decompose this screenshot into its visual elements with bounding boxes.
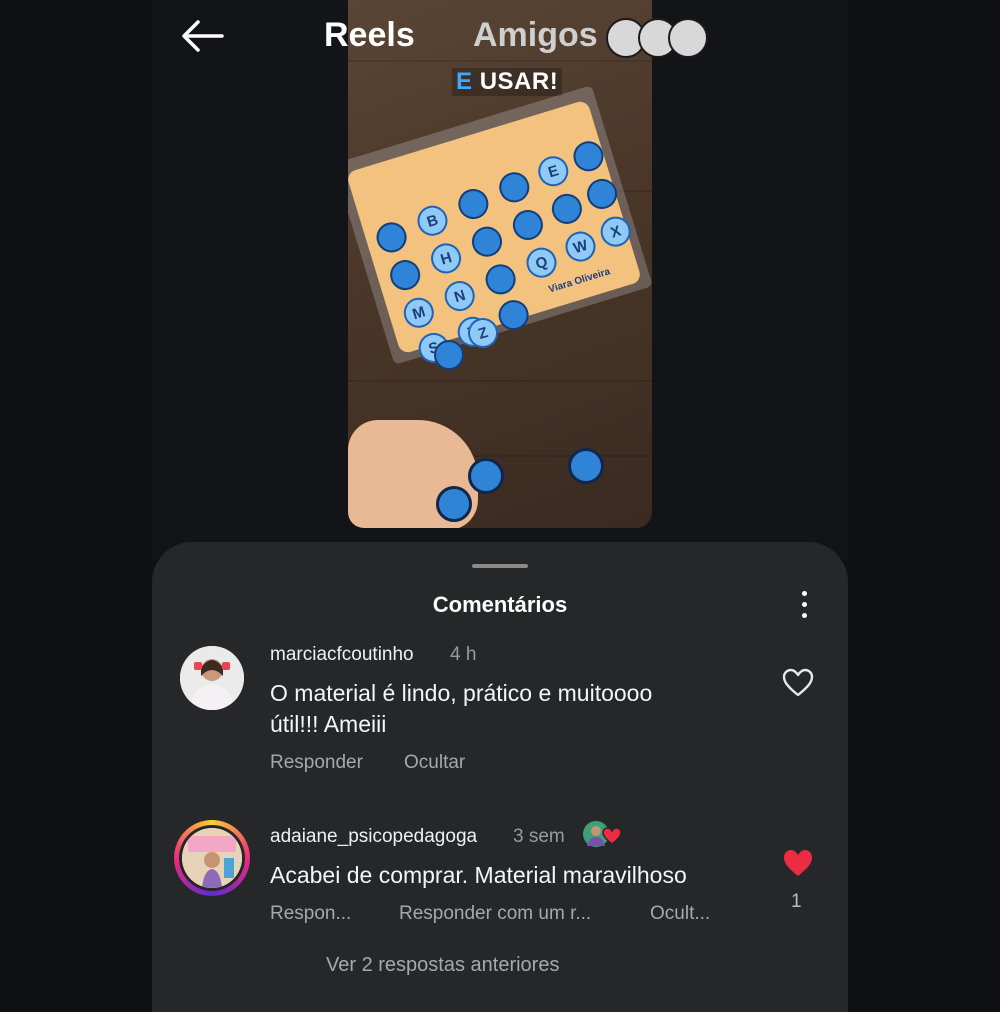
like-button[interactable]	[782, 848, 814, 878]
reply-button[interactable]: Responder	[270, 752, 363, 774]
comment-username[interactable]: adaiane_psicopedagoga	[270, 826, 477, 848]
reel-video[interactable]: E USAR! B E H M N Q W X S T Viara Olivei…	[348, 0, 652, 528]
avatar-gap	[179, 825, 245, 891]
like-count: 1	[791, 891, 802, 912]
picture-cap	[372, 218, 411, 257]
reply-with-sticker-button[interactable]: Responder com um r...	[399, 903, 591, 925]
creator-liked-heart-icon	[583, 821, 622, 847]
sheet-title: Comentários	[432, 592, 568, 617]
menu-dot	[802, 591, 807, 596]
picture-cap	[509, 206, 547, 244]
tab-reels[interactable]: Reels	[324, 16, 415, 55]
wood-grain	[348, 60, 652, 62]
alphabet-board: B E H M N Q W X S T Viara Oliveira	[348, 99, 643, 367]
more-vertical-icon[interactable]	[794, 588, 814, 622]
comment-username[interactable]: marciacfcoutinho	[270, 644, 414, 666]
picture-cap	[454, 185, 493, 223]
avatar-photo	[180, 646, 244, 710]
left-background	[0, 0, 152, 1000]
comment-text-line2: útil!!! Ameiii	[270, 711, 387, 737]
comment-text-line1: O material é lindo, prático e muitoooo	[270, 680, 653, 706]
comment-time: 4 h	[450, 644, 477, 665]
drag-handle[interactable]	[472, 564, 528, 568]
letter-cap: E	[534, 152, 573, 190]
heart-outline-icon	[782, 668, 814, 697]
heart-filled-icon	[784, 850, 812, 876]
letter-cap: M	[400, 294, 438, 332]
video-caption: E USAR!	[452, 68, 563, 96]
picture-cap	[434, 340, 464, 370]
brand-label: Viara Oliveira	[547, 266, 612, 296]
right-background	[848, 0, 1000, 1000]
loose-cap	[436, 486, 472, 522]
letter-cap: N	[440, 277, 479, 315]
avatar[interactable]	[180, 646, 244, 710]
avatar-photo	[182, 828, 242, 888]
letter-cap: B	[413, 201, 452, 240]
loose-cap	[468, 458, 504, 494]
stacked-avatars-icon[interactable]	[606, 18, 708, 58]
picture-cap	[495, 168, 534, 207]
reply-button[interactable]: Respon...	[270, 903, 351, 925]
wood-grain	[348, 380, 652, 382]
comment-time: 3 sem	[513, 826, 565, 847]
letter-cap: Q	[522, 243, 561, 282]
picture-cap	[481, 260, 520, 299]
caption-accent: E	[456, 68, 473, 95]
picture-cap	[468, 222, 506, 261]
comment-text: Acabei de comprar. Material maravilhoso	[270, 862, 687, 888]
avatar-story-ring[interactable]	[174, 820, 250, 896]
friend-avatar	[668, 18, 708, 58]
comments-sheet: Comentários marciacfcoutinho 4 h O mater…	[152, 542, 848, 1012]
arrow-left-icon	[182, 20, 224, 52]
like-button[interactable]	[782, 668, 814, 698]
view-previous-replies-button[interactable]: Ver 2 respostas anteriores	[326, 954, 559, 977]
hide-button[interactable]: Ocult...	[650, 903, 710, 925]
tab-amigos[interactable]: Amigos	[473, 16, 598, 55]
picture-cap	[548, 190, 586, 228]
back-button[interactable]	[178, 16, 226, 56]
avatar	[182, 828, 242, 888]
picture-cap	[386, 256, 424, 294]
menu-dot	[802, 602, 807, 607]
letter-cap: H	[427, 239, 465, 278]
menu-dot	[802, 613, 807, 618]
caption-text: USAR!	[479, 68, 559, 95]
letter-cap: W	[561, 227, 600, 266]
hide-button[interactable]: Ocultar	[404, 752, 465, 774]
loose-cap	[568, 448, 604, 484]
